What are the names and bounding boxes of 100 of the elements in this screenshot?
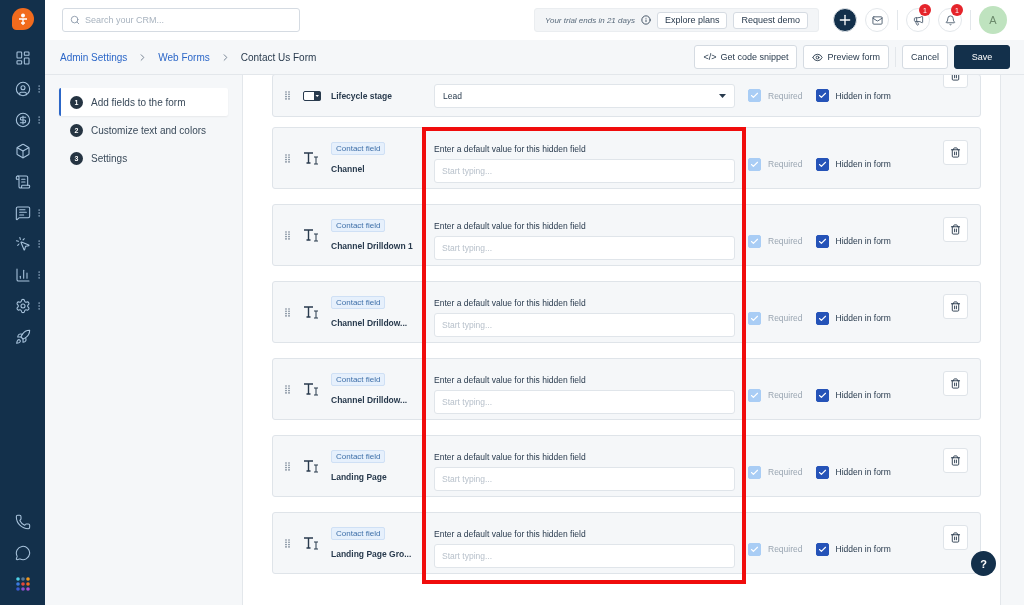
checkmark-icon (817, 467, 827, 477)
text-field-icon (303, 150, 320, 166)
field-name: Channel (331, 164, 365, 174)
user-icon[interactable] (14, 80, 31, 97)
phone-icon[interactable] (14, 513, 31, 530)
search-field[interactable]: Search your CRM... (62, 8, 300, 32)
trial-button[interactable]: Request demo (733, 11, 808, 29)
checkmark-icon (750, 91, 759, 100)
info-icon[interactable] (640, 15, 651, 25)
checkmark-icon (817, 159, 827, 169)
step-label: Add fields to the form (91, 96, 186, 108)
checkbox[interactable] (815, 542, 829, 556)
drag-handle-icon[interactable] (285, 384, 290, 394)
cursor-click-icon[interactable] (14, 235, 31, 252)
checkmark-icon (817, 544, 827, 554)
checkbox-label: Hidden in form (835, 313, 891, 323)
default-value-field[interactable]: Start typing... (434, 312, 735, 337)
trash-icon (950, 223, 961, 235)
checkmark-icon (817, 91, 827, 100)
breadcrumb-link[interactable]: Admin Settings (60, 51, 128, 63)
checkbox[interactable] (815, 234, 829, 248)
field-label: Enter a default value for this hidden field (434, 528, 587, 539)
checkbox-label: Hidden in form (835, 236, 891, 246)
drag-handle-icon[interactable] (285, 307, 290, 317)
field-name: Landing Page Gro... (331, 549, 412, 559)
text-field-icon (303, 304, 320, 320)
delete-button[interactable] (943, 524, 968, 550)
checkbox[interactable] (815, 465, 829, 479)
code-snippet-button[interactable]: </> Get code snippet (694, 45, 798, 69)
delete-button[interactable] (943, 216, 968, 242)
field-name: Channel Drilldow... (331, 318, 408, 328)
checkmark-icon (750, 544, 759, 554)
checkmark-icon (750, 236, 759, 246)
default-value-field[interactable]: Start typing... (434, 158, 735, 183)
dashboard-icon[interactable] (14, 49, 31, 66)
settings-icon[interactable] (14, 297, 31, 314)
default-value-field[interactable]: Start typing... (434, 543, 735, 568)
cancel-button[interactable]: Cancel (902, 45, 948, 69)
save-button[interactable]: Save (954, 45, 1010, 69)
checkbox-label: Hidden in form (835, 159, 891, 169)
drag-handle-icon[interactable] (285, 538, 290, 548)
checkmark-icon (750, 313, 759, 323)
bar-chart-icon[interactable] (14, 266, 31, 283)
page-title: Contact Us Form (240, 51, 317, 63)
checkbox-label: Hidden in form (835, 544, 891, 554)
cube-icon[interactable] (14, 142, 31, 159)
trash-icon (950, 300, 961, 312)
preview-button[interactable]: Preview form (803, 45, 889, 69)
drag-handle-icon[interactable] (285, 153, 290, 163)
default-value-field[interactable]: Start typing... (434, 389, 735, 414)
chat-bubble-icon[interactable] (14, 544, 31, 561)
delete-button[interactable] (943, 139, 968, 165)
chat-icon[interactable] (14, 204, 31, 221)
delete-button[interactable] (943, 370, 968, 396)
logo-icon[interactable] (11, 8, 34, 30)
checkmark-icon (817, 313, 827, 323)
mail-button[interactable] (865, 8, 889, 32)
checkbox-label: Required (768, 313, 803, 323)
checkbox[interactable] (815, 311, 829, 325)
default-value-field[interactable]: Start typing... (434, 466, 735, 491)
field-label: Enter a default value for this hidden field (434, 374, 587, 385)
document-icon[interactable] (14, 173, 31, 190)
trash-icon (950, 377, 961, 389)
field-name: Lifecycle stage (331, 90, 392, 101)
delete-button[interactable] (943, 447, 968, 473)
field-tag: Contact field (331, 219, 386, 232)
checkmark-icon (750, 390, 759, 400)
drag-handle-icon[interactable] (285, 461, 290, 471)
field-tag: Contact field (331, 450, 386, 463)
trial-text: Your trial ends in 21 days (545, 15, 635, 25)
checkbox[interactable] (815, 157, 829, 171)
text-field-icon (303, 535, 320, 551)
checkmark-icon (817, 390, 827, 400)
field-tag: Contact field (331, 527, 386, 540)
field-label: Enter a default value for this hidden field (434, 220, 587, 231)
delete-button[interactable] (943, 293, 968, 319)
checkbox[interactable] (815, 89, 829, 102)
checkbox-label: Required (768, 544, 803, 554)
drag-handle-icon[interactable] (285, 230, 290, 240)
text-field-icon (303, 227, 320, 243)
field-name: Landing Page (331, 472, 387, 482)
checkbox[interactable] (815, 388, 829, 402)
text-field-icon (303, 381, 320, 397)
breadcrumb-link[interactable]: Web Forms (158, 51, 210, 63)
drag-handle-icon[interactable] (285, 91, 290, 100)
field-tag: Contact field (331, 142, 386, 155)
rocket-icon[interactable] (14, 328, 31, 345)
field-tag: Contact field (331, 373, 386, 386)
dropdown-field-icon (303, 90, 321, 101)
add-button[interactable] (833, 8, 857, 32)
step-label: Customize text and colors (91, 124, 207, 136)
caret-icon (719, 93, 726, 98)
trial-button[interactable]: Explore plans (656, 11, 728, 29)
default-value-field[interactable]: Start typing... (434, 235, 735, 260)
dropdown-field[interactable]: Lead (434, 83, 735, 108)
dollar-icon[interactable] (14, 111, 31, 128)
field-name: Channel Drilldow... (331, 395, 408, 405)
eye-icon (812, 51, 824, 63)
field-label: Enter a default value for this hidden field (434, 451, 587, 462)
apps-grid-icon[interactable] (15, 576, 30, 591)
